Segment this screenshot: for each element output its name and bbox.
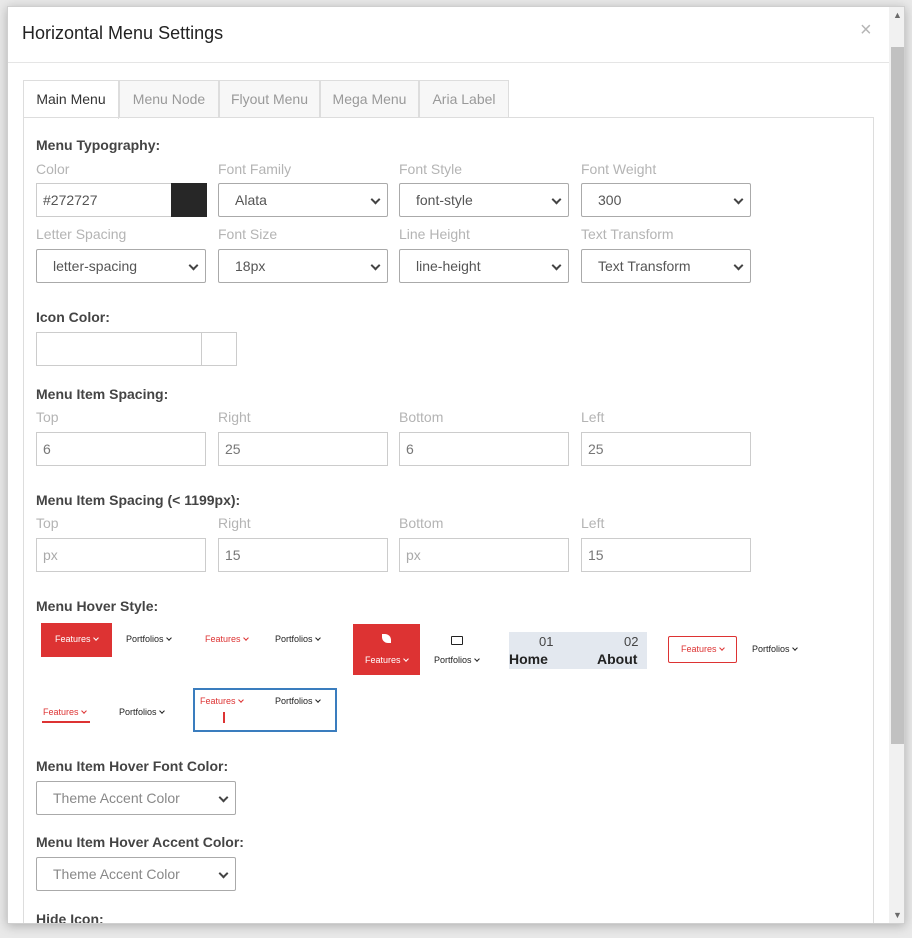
hover-style-option-7-selected[interactable]: Features Portfolios bbox=[193, 688, 337, 732]
spacing-small-left-label: Left bbox=[581, 515, 605, 531]
color-input[interactable]: #272727 bbox=[36, 183, 172, 217]
hover-accent-color-select[interactable]: Theme Accent Color bbox=[36, 857, 236, 891]
tab-flyout-menu[interactable]: Flyout Menu bbox=[219, 80, 320, 118]
font-size-select[interactable]: 18px bbox=[218, 249, 388, 283]
image-icon bbox=[451, 636, 463, 645]
hover-style-option-3[interactable]: Features Portfolios bbox=[353, 624, 493, 675]
modal-header: Horizontal Menu Settings × bbox=[8, 7, 889, 63]
spacing-small-bottom-input[interactable]: px bbox=[399, 538, 569, 572]
main-menu-panel: Menu Typography: Color Font Family Font … bbox=[23, 117, 874, 924]
spacing-top-label: Top bbox=[36, 409, 59, 425]
icon-color-input[interactable] bbox=[36, 332, 202, 366]
spacing-heading: Menu Item Spacing: bbox=[36, 386, 169, 402]
hs3-portfolios: Portfolios bbox=[434, 655, 480, 665]
font-family-label: Font Family bbox=[218, 161, 292, 177]
text-transform-select[interactable]: Text Transform bbox=[581, 249, 751, 283]
settings-modal: Horizontal Menu Settings × Main Menu Men… bbox=[7, 6, 905, 924]
spacing-small-top-label: Top bbox=[36, 515, 59, 531]
scroll-down-icon[interactable]: ▼ bbox=[889, 907, 904, 923]
font-weight-select[interactable]: 300 bbox=[581, 183, 751, 217]
font-weight-label: Font Weight bbox=[581, 161, 657, 177]
hover-style-option-4[interactable]: 01 Home 02 About bbox=[509, 632, 647, 669]
close-icon[interactable]: × bbox=[860, 20, 872, 40]
spacing-right-label: Right bbox=[218, 409, 251, 425]
icon-color-heading: Icon Color: bbox=[36, 309, 110, 325]
tab-aria-label[interactable]: Aria Label bbox=[419, 80, 509, 118]
letter-spacing-select[interactable]: letter-spacing bbox=[36, 249, 206, 283]
icon-color-swatch[interactable] bbox=[201, 332, 237, 366]
hover-font-color-heading: Menu Item Hover Font Color: bbox=[36, 758, 229, 774]
font-style-select[interactable]: font-style bbox=[399, 183, 569, 217]
leaf-icon bbox=[382, 634, 391, 643]
hs1-portfolios: Portfolios bbox=[126, 634, 172, 644]
line-height-select[interactable]: line-height bbox=[399, 249, 569, 283]
tab-main-menu[interactable]: Main Menu bbox=[23, 80, 119, 119]
spacing-small-right-input[interactable]: 15 bbox=[218, 538, 388, 572]
spacing-bottom-input[interactable]: 6 bbox=[399, 432, 569, 466]
tab-menu-node[interactable]: Menu Node bbox=[119, 80, 219, 118]
spacing-top-input[interactable]: 6 bbox=[36, 432, 206, 466]
spacing-small-heading: Menu Item Spacing (< 1199px): bbox=[36, 492, 241, 508]
hover-style-option-2[interactable]: Features Portfolios bbox=[199, 623, 339, 657]
line-height-label: Line Height bbox=[399, 226, 470, 242]
spacing-right-input[interactable]: 25 bbox=[218, 432, 388, 466]
spacing-small-left-input[interactable]: 15 bbox=[581, 538, 751, 572]
hs2-features: Features bbox=[205, 634, 249, 644]
spacing-bottom-label: Bottom bbox=[399, 409, 444, 425]
hs1-features: Features bbox=[55, 634, 99, 644]
hover-style-heading: Menu Hover Style: bbox=[36, 598, 159, 614]
font-style-label: Font Style bbox=[399, 161, 463, 177]
hs4-about: About bbox=[597, 651, 638, 667]
hs7-portfolios: Portfolios bbox=[275, 696, 321, 706]
spacing-small-bottom-label: Bottom bbox=[399, 515, 444, 531]
spacing-small-right-label: Right bbox=[218, 515, 251, 531]
hs4-home-num: 01 bbox=[539, 634, 554, 649]
typography-heading: Menu Typography: bbox=[36, 137, 161, 153]
color-label: Color bbox=[36, 161, 70, 177]
scroll-thumb[interactable] bbox=[891, 47, 904, 744]
font-size-label: Font Size bbox=[218, 226, 278, 242]
hs6-features: Features bbox=[43, 707, 87, 717]
hs6-underline bbox=[42, 721, 90, 723]
spacing-left-label: Left bbox=[581, 409, 605, 425]
color-swatch[interactable] bbox=[171, 183, 207, 217]
hover-accent-color-heading: Menu Item Hover Accent Color: bbox=[36, 834, 244, 850]
hs2-portfolios: Portfolios bbox=[275, 634, 321, 644]
hover-style-option-5[interactable]: Features Portfolios bbox=[668, 636, 808, 663]
hs3-features: Features bbox=[365, 655, 409, 665]
hs6-portfolios: Portfolios bbox=[119, 707, 165, 717]
hs5-features: Features bbox=[681, 644, 725, 654]
hs5-portfolios: Portfolios bbox=[752, 644, 798, 654]
hide-icon-heading: Hide Icon: bbox=[36, 911, 104, 924]
hs7-indicator bbox=[223, 712, 225, 723]
scrollbar[interactable]: ▲ ▼ bbox=[889, 7, 904, 923]
scroll-up-icon[interactable]: ▲ bbox=[889, 7, 904, 23]
tab-mega-menu[interactable]: Mega Menu bbox=[320, 80, 419, 118]
spacing-small-top-input[interactable]: px bbox=[36, 538, 206, 572]
hs4-about-num: 02 bbox=[624, 634, 639, 649]
hover-font-color-select[interactable]: Theme Accent Color bbox=[36, 781, 236, 815]
hs4-home: Home bbox=[509, 651, 548, 667]
spacing-left-input[interactable]: 25 bbox=[581, 432, 751, 466]
hover-style-option-1[interactable]: Features Portfolios bbox=[41, 623, 191, 657]
hs7-features: Features bbox=[200, 696, 244, 706]
text-transform-label: Text Transform bbox=[581, 226, 674, 242]
font-family-select[interactable]: Alata bbox=[218, 183, 388, 217]
letter-spacing-label: Letter Spacing bbox=[36, 226, 127, 242]
modal-title: Horizontal Menu Settings bbox=[22, 23, 224, 43]
hover-style-option-6[interactable]: Features Portfolios bbox=[41, 700, 191, 730]
